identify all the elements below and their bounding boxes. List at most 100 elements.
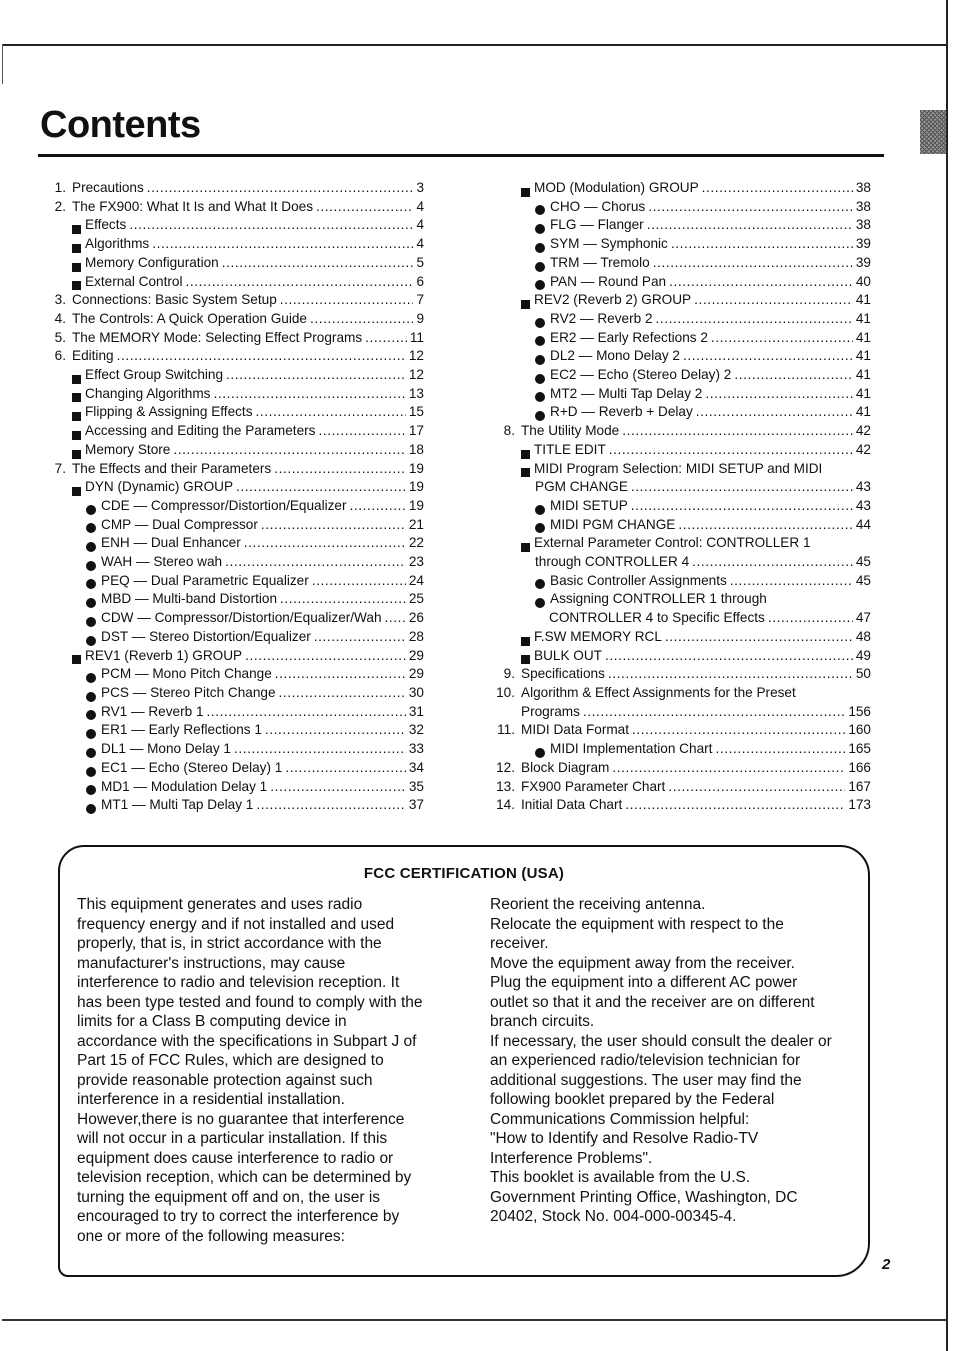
- toc-entry-page: 7: [416, 292, 424, 308]
- toc-dot-leader: [261, 516, 406, 535]
- toc-entry-title: Effects: [85, 217, 127, 233]
- toc-entry: Effects 4: [46, 216, 424, 235]
- toc-entry: F.SW MEMORY RCL 48: [495, 628, 871, 647]
- square-bullet-icon: [521, 449, 530, 459]
- round-bullet-icon: [86, 785, 96, 796]
- toc-dot-leader: [632, 721, 845, 740]
- toc-entry-title: DST — Stereo Distortion/Equalizer: [101, 628, 311, 644]
- toc-entry-title: CONTROLLER 4 to Specific Effects: [549, 610, 765, 626]
- toc-dot-leader: [625, 796, 845, 815]
- toc-entry: EC1 — Echo (Stereo Delay) 1 34: [46, 759, 424, 778]
- toc-entry: External Parameter Control: CONTROLLER 1: [495, 534, 871, 553]
- toc-dot-leader: [612, 759, 845, 778]
- toc-entry: through CONTROLLER 4 45: [495, 553, 871, 572]
- round-bullet-icon: [535, 504, 545, 515]
- toc-dot-leader: [147, 179, 414, 198]
- toc-entry-title: FLG — Flanger: [550, 217, 644, 233]
- toc-dot-leader: [653, 254, 853, 273]
- toc-dot-leader: [692, 553, 853, 572]
- toc-entry-title: The Controls: A Quick Operation Guide: [72, 310, 307, 326]
- toc-entry-page: 34: [408, 759, 424, 775]
- toc-entry-title: Connections: Basic System Setup: [72, 292, 277, 308]
- fcc-title: FCC CERTIFICATION (USA): [363, 865, 565, 882]
- toc-dot-leader: [117, 347, 406, 366]
- toc-entry-page: 160: [848, 722, 871, 738]
- toc-entry-title: ER2 — Early Refections 2: [550, 329, 708, 345]
- fcc-text-line: receiver.: [490, 935, 549, 952]
- toc-dot-leader: [129, 216, 413, 235]
- toc-entry: 6. Editing 12: [46, 347, 424, 366]
- toc-dot-leader: [730, 572, 853, 591]
- square-bullet-icon: [521, 636, 530, 646]
- toc-entry-title: Basic Controller Assignments: [550, 572, 727, 588]
- square-bullet-icon: [521, 468, 530, 478]
- fcc-text-line: has been type tested and found to comply…: [77, 993, 423, 1011]
- toc-dot-leader: [318, 422, 405, 441]
- toc-entry: Accessing and Editing the Parameters 17: [46, 422, 424, 441]
- toc-entry-title: The Utility Mode: [521, 423, 620, 439]
- square-bullet-icon: [72, 430, 81, 440]
- toc-dot-leader: [678, 516, 853, 535]
- fcc-text-line: "How to Identify and Resolve Radio-TV: [490, 1130, 759, 1147]
- toc-entry-number: 5.: [54, 329, 66, 345]
- toc-entry: REV1 (Reverb 1) GROUP 29: [46, 647, 424, 666]
- toc-entry-title: ER1 — Early Reflections 1: [101, 722, 262, 738]
- square-bullet-icon: [521, 187, 530, 197]
- toc-entry-number: 6.: [54, 348, 66, 364]
- round-bullet-icon: [535, 373, 545, 384]
- fcc-text-line: will not occur in a particular installat…: [77, 1130, 388, 1147]
- toc-dot-leader: [683, 347, 853, 366]
- toc-entry-page: 38: [855, 198, 871, 214]
- toc-entry-page: 26: [408, 610, 424, 626]
- toc-dot-leader: [152, 235, 413, 254]
- toc-entry: BULK OUT 49: [495, 647, 871, 666]
- fcc-text-line: branch circuits.: [490, 1013, 595, 1030]
- round-bullet-icon: [535, 579, 545, 590]
- toc-entry: Assigning CONTROLLER 1 through: [495, 590, 871, 609]
- toc-dot-leader: [605, 647, 853, 666]
- toc-entry-page: 41: [855, 367, 871, 383]
- toc-entry-title: MIDI Data Format: [521, 722, 630, 738]
- toc-entry: ER2 — Early Refections 2 41: [495, 329, 871, 348]
- toc-entry-title: TITLE EDIT: [534, 441, 606, 457]
- toc-dot-leader: [256, 403, 406, 422]
- square-bullet-icon: [72, 449, 81, 459]
- toc-entry: Effect Group Switching 12: [46, 366, 424, 385]
- toc-entry-title: Programs: [521, 703, 580, 719]
- toc-entry-page: 41: [855, 292, 871, 308]
- round-bullet-icon: [535, 355, 545, 366]
- toc-entry-title: MIDI Program Selection: MIDI SETUP and M…: [534, 460, 823, 476]
- toc-entry-title: RV1 — Reverb 1: [101, 703, 204, 719]
- toc-entry-title: MOD (Modulation) GROUP: [534, 180, 699, 195]
- toc-dot-leader: [256, 796, 406, 815]
- toc-entry-page: 41: [855, 329, 871, 345]
- fcc-text-line: one or more of the following measures:: [77, 1227, 345, 1245]
- toc-entry-title: The FX900: What It Is and What It Does: [72, 198, 314, 214]
- toc-entry-page: 25: [408, 591, 424, 607]
- toc-entry-number: 14.: [496, 797, 515, 813]
- toc-entry-page: 19: [408, 479, 424, 495]
- toc-entry-page: 48: [855, 628, 871, 644]
- toc-dot-leader: [631, 478, 853, 497]
- round-bullet-icon: [535, 411, 545, 422]
- toc-entry: PAN — Round Pan 40: [495, 273, 871, 292]
- toc-entry: PCM — Mono Pitch Change 29: [46, 665, 424, 684]
- toc-entry-page: 3: [416, 180, 424, 195]
- fcc-text-line: However,there is no guarantee that inter…: [77, 1110, 405, 1128]
- toc-entry: External Control 6: [46, 273, 424, 292]
- toc-entry-page: 17: [408, 423, 424, 439]
- fcc-text-line: Government Printing Office, Washington, …: [490, 1188, 798, 1206]
- toc-entry-page: 49: [855, 647, 871, 663]
- toc-entry-title: REV1 (Reverb 1) GROUP: [85, 647, 243, 663]
- toc-entry: MOD (Modulation) GROUP 38: [495, 179, 871, 198]
- toc-entry: Memory Store 18: [46, 441, 424, 460]
- toc-dot-leader: [274, 460, 406, 479]
- fcc-text-line: manufacturer's instructions, may cause: [77, 954, 346, 972]
- square-bullet-icon: [72, 486, 81, 496]
- toc-entry-title: MT2 — Multi Tap Delay 2: [550, 385, 703, 401]
- toc-entry: 3. Connections: Basic System Setup 7: [46, 291, 424, 310]
- round-bullet-icon: [535, 392, 545, 403]
- toc-dot-leader: [226, 366, 406, 385]
- toc-entry-page: 41: [855, 348, 871, 364]
- fcc-text-left: This equipment generates and uses radio f…: [77, 895, 457, 1246]
